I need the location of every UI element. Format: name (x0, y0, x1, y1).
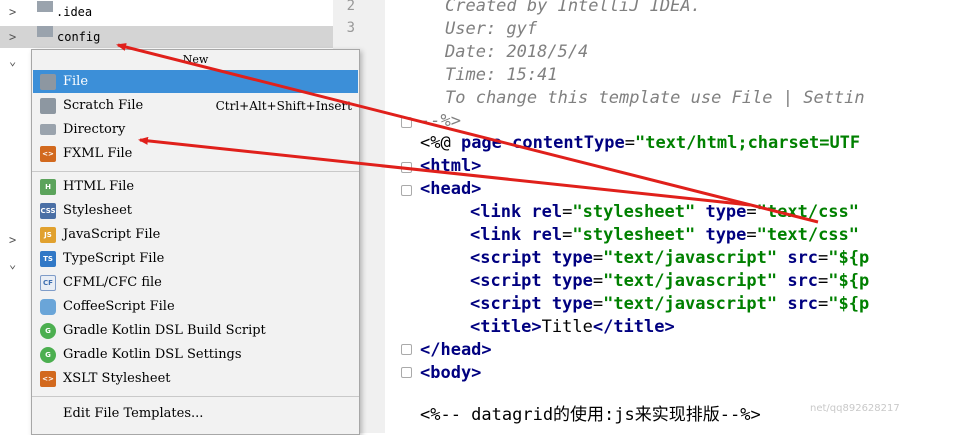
watermark: net/qq892628217 (810, 403, 900, 414)
annotation-arrows (116, 43, 819, 224)
annotation-arrow-to-directory (138, 136, 751, 207)
annotation-arrow-to-config (116, 43, 819, 224)
